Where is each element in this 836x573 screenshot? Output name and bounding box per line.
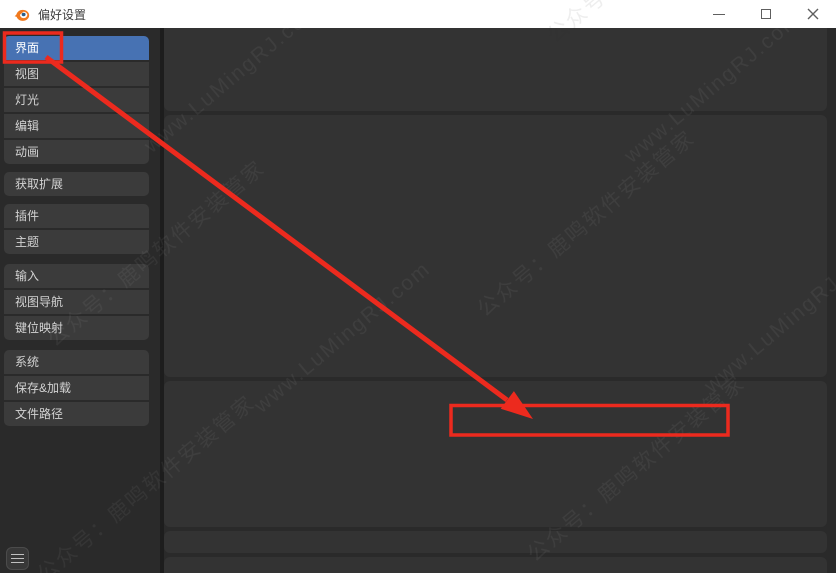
preferences-menu-button[interactable] xyxy=(6,547,29,570)
sidebar-item-interface[interactable]: 界面 xyxy=(4,36,149,60)
panel-accessibility xyxy=(164,531,827,553)
sidebar-item-file-paths[interactable]: 文件路径 xyxy=(4,402,149,426)
panel-editors xyxy=(164,115,827,377)
sidebar-item-input[interactable]: 输入 xyxy=(4,264,149,288)
preferences-window: 偏好设置 界面 视图 灯光 编辑 动画 获取扩展 插件 主题 输入 视图导航 键… xyxy=(0,0,836,573)
maximize-button[interactable] xyxy=(742,0,789,28)
sidebar-item-system[interactable]: 系统 xyxy=(4,350,149,374)
titlebar: 偏好设置 xyxy=(0,0,836,28)
sidebar-item-get-extensions[interactable]: 获取扩展 xyxy=(4,172,149,196)
minimize-button[interactable] xyxy=(695,0,742,28)
minimize-icon xyxy=(712,13,725,15)
sidebar-item-keymap[interactable]: 键位映射 xyxy=(4,316,149,340)
window-controls xyxy=(695,0,836,28)
panel-display xyxy=(164,28,827,111)
sidebar-item-save-load[interactable]: 保存&加载 xyxy=(4,376,149,400)
sidebar-item-themes[interactable]: 主题 xyxy=(4,230,149,254)
sidebar-item-animation[interactable]: 动画 xyxy=(4,140,149,164)
sidebar-item-navigation[interactable]: 视图导航 xyxy=(4,290,149,314)
sidebar-item-lights[interactable]: 灯光 xyxy=(4,88,149,112)
panel-language xyxy=(164,381,827,527)
window-title: 偏好设置 xyxy=(38,7,87,22)
close-button[interactable] xyxy=(789,0,836,28)
blender-logo-icon xyxy=(14,9,30,21)
sidebar-item-viewport[interactable]: 视图 xyxy=(4,62,149,86)
hamburger-icon xyxy=(11,554,24,555)
sidebar-item-editing[interactable]: 编辑 xyxy=(4,114,149,138)
close-icon xyxy=(807,8,818,20)
panel-text-rendering xyxy=(164,557,827,573)
sidebar-item-addons[interactable]: 插件 xyxy=(4,204,149,228)
maximize-icon xyxy=(760,9,771,19)
sidebar-divider xyxy=(160,28,164,573)
